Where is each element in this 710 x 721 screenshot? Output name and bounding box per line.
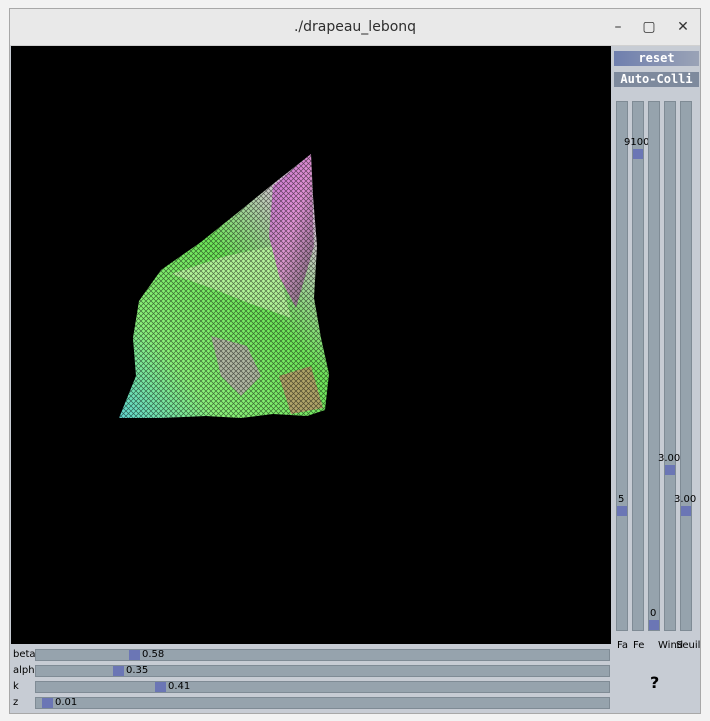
slider-z-label: z <box>13 697 19 708</box>
slider-fe-label: Fe <box>633 640 645 651</box>
cloth-render <box>119 154 329 418</box>
slider-beta-row: beta 0.58 <box>10 648 612 662</box>
slider-fe-track[interactable] <box>632 101 644 631</box>
gl-viewport[interactable] <box>11 46 611 644</box>
slider-beta-label: beta <box>13 649 36 660</box>
app-window: ./drapeau_lebonq – ▢ ✕ reset Auto-Colli … <box>9 8 701 714</box>
slider-k-label: k <box>13 681 19 692</box>
close-icon[interactable]: ✕ <box>673 17 693 37</box>
slider-third-track[interactable] <box>648 101 660 631</box>
slider-alpha-thumb[interactable] <box>113 666 124 676</box>
slider-wind-value: 3.00 <box>658 453 681 464</box>
slider-alpha-value: 0.35 <box>126 665 149 676</box>
slider-fe-thumb[interactable] <box>633 149 643 159</box>
reset-button[interactable]: reset <box>614 51 699 66</box>
slider-seuil-value: 3.00 <box>674 494 697 505</box>
slider-wind-thumb[interactable] <box>665 465 675 475</box>
slider-z-track[interactable] <box>35 697 610 709</box>
slider-alpha-track[interactable] <box>35 665 610 677</box>
slider-k-thumb[interactable] <box>155 682 166 692</box>
slider-fa-track[interactable] <box>616 101 628 631</box>
slider-beta-thumb[interactable] <box>129 650 140 660</box>
slider-seuil-label: Seuil <box>676 640 701 651</box>
right-control-panel: reset Auto-Colli 5 Fa 9100 Fe 0 3.00 Win… <box>612 46 701 713</box>
slider-beta-value: 0.58 <box>142 649 165 660</box>
slider-k-row: k 0.41 <box>10 680 612 694</box>
help-icon[interactable]: ? <box>650 673 659 692</box>
slider-z-value: 0.01 <box>55 697 78 708</box>
slider-third-value: 0 <box>650 608 657 619</box>
bottom-control-panel: beta 0.58 alpha 0.35 k 0.41 z 0.01 <box>10 645 612 713</box>
slider-beta-track[interactable] <box>35 649 610 661</box>
window-title: ./drapeau_lebonq <box>293 19 417 35</box>
slider-z-row: z 0.01 <box>10 696 612 710</box>
title-bar[interactable]: ./drapeau_lebonq – ▢ ✕ <box>10 9 700 46</box>
slider-seuil-thumb[interactable] <box>681 506 691 516</box>
slider-seuil-track[interactable] <box>680 101 692 631</box>
auto-colli-button[interactable]: Auto-Colli <box>614 72 699 87</box>
slider-third-thumb[interactable] <box>649 620 659 630</box>
minimize-icon[interactable]: – <box>608 17 628 37</box>
slider-fa-value: 5 <box>618 494 625 505</box>
maximize-icon[interactable]: ▢ <box>639 17 659 37</box>
slider-alpha-row: alpha 0.35 <box>10 664 612 678</box>
slider-fe-value: 9100 <box>624 137 650 148</box>
slider-z-thumb[interactable] <box>42 698 53 708</box>
slider-fa-label: Fa <box>617 640 628 651</box>
slider-k-value: 0.41 <box>168 681 191 692</box>
slider-fa-thumb[interactable] <box>617 506 627 516</box>
slider-k-track[interactable] <box>35 681 610 693</box>
slider-wind-track[interactable] <box>664 101 676 631</box>
